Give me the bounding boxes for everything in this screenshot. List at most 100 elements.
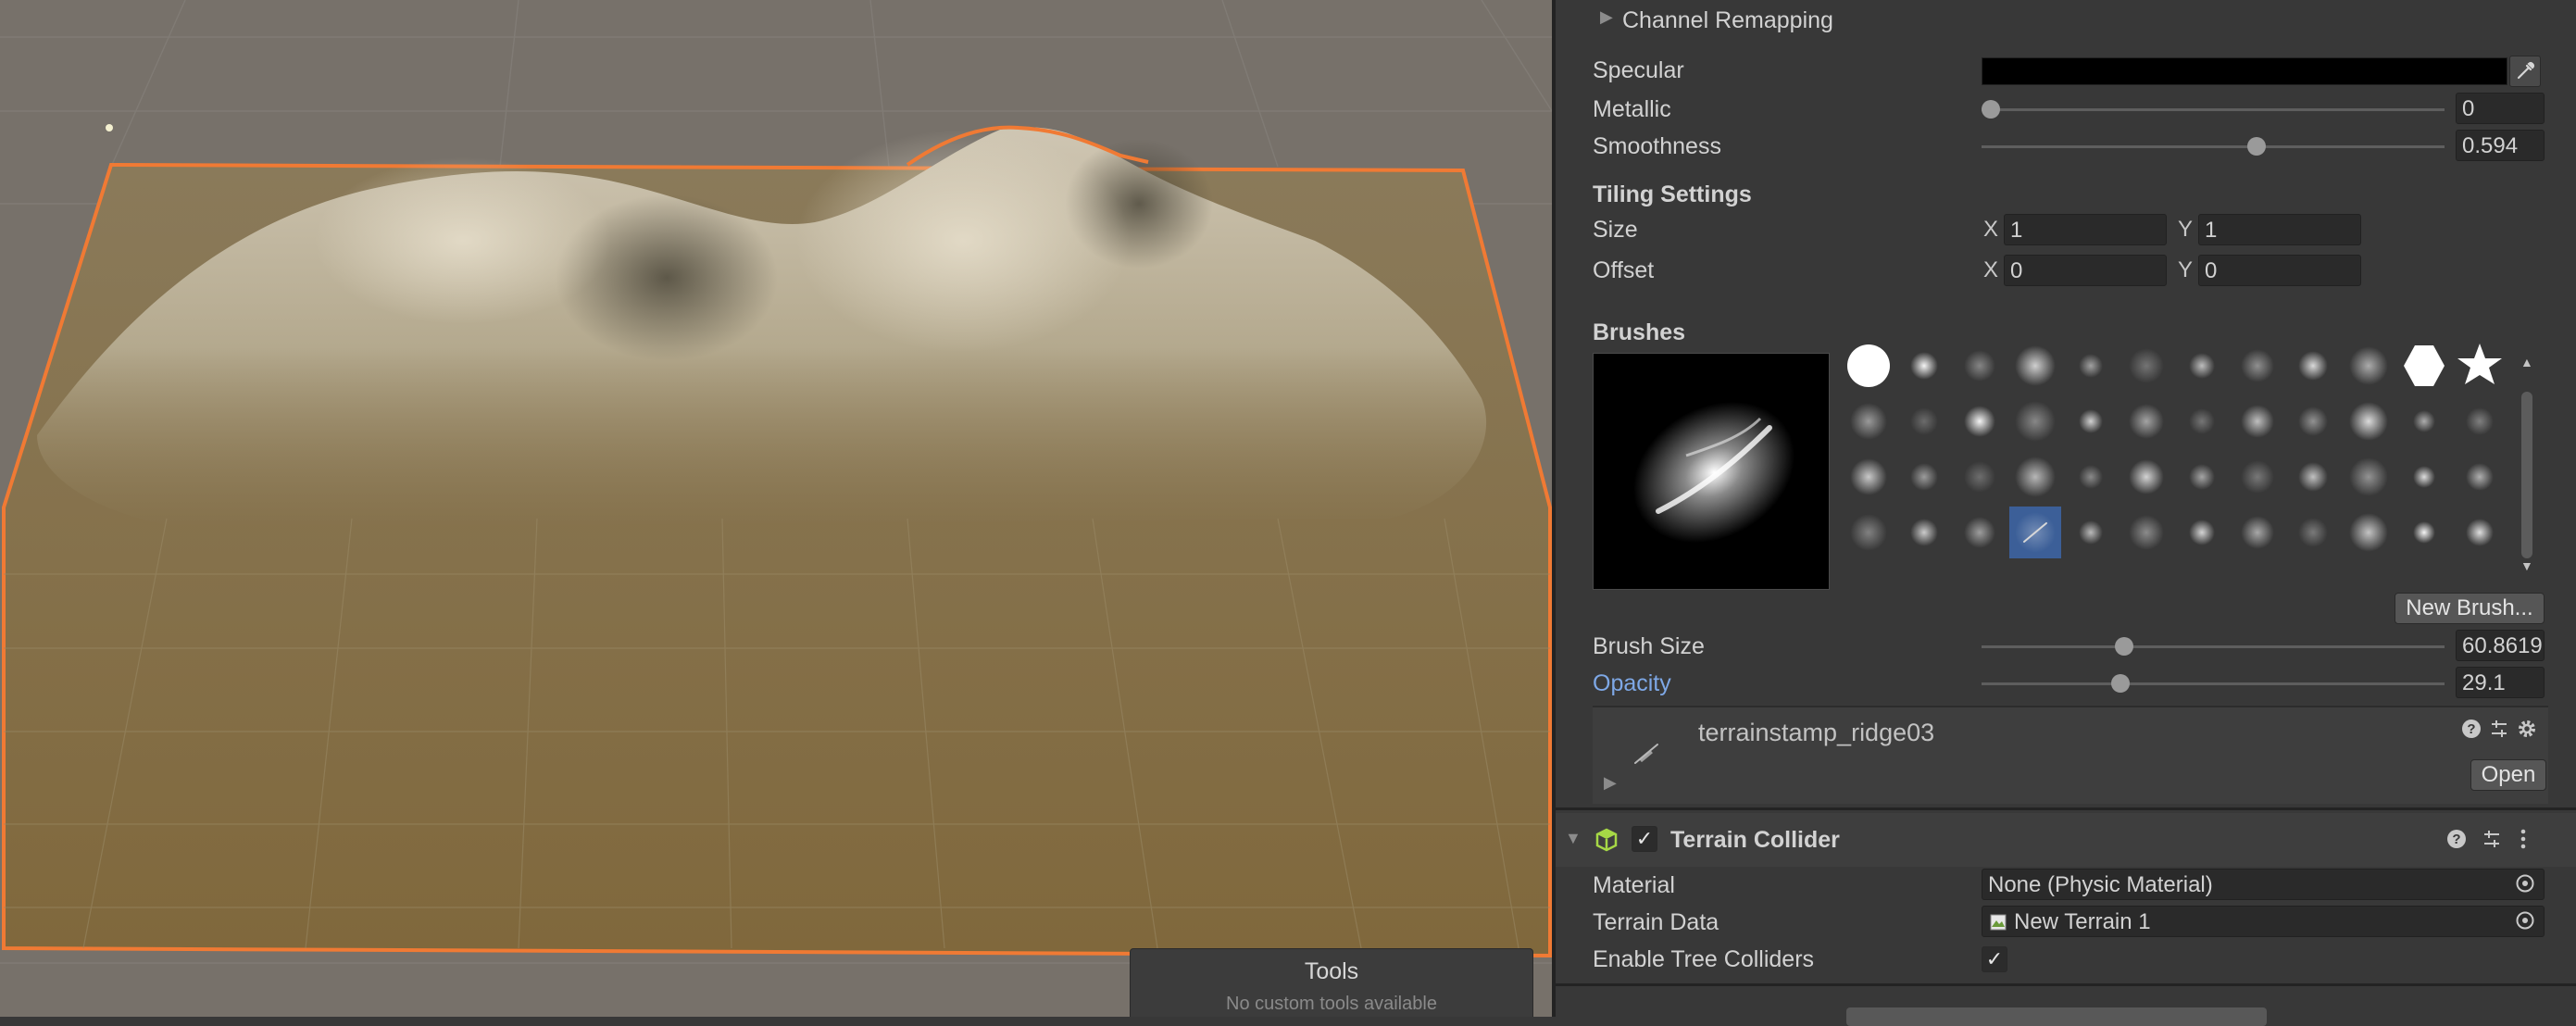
brush-thumbnail-item[interactable]	[1954, 451, 2006, 503]
brush-thumbnail-item[interactable]	[2065, 395, 2117, 447]
tiling-size-y-field[interactable]: 1	[2198, 214, 2361, 245]
brush-thumbnail-item[interactable]	[1898, 451, 1950, 503]
brush-thumbnail-item[interactable]	[2398, 507, 2450, 558]
scene-view[interactable]: Tools No custom tools available	[0, 0, 1552, 1017]
terrain-data-field[interactable]: New Terrain 1	[1982, 906, 2545, 937]
tiling-size-x-field[interactable]: 1	[2004, 214, 2167, 245]
smoothness-label: Smoothness	[1593, 133, 1721, 159]
brush-thumbnail-item[interactable]	[2009, 340, 2061, 392]
gear-icon[interactable]	[2517, 719, 2537, 744]
preset-sliders-icon[interactable]	[2489, 719, 2509, 744]
brush-thumbnail-item[interactable]	[2343, 507, 2395, 558]
tiling-offset-y-field[interactable]: 0	[2198, 255, 2361, 286]
brushes-header: Brushes	[1593, 319, 1686, 345]
metallic-value-field[interactable]: 0	[2456, 93, 2545, 124]
brush-size-value-field[interactable]: 60.8619	[2456, 630, 2545, 661]
brush-thumbnail-item[interactable]	[2232, 451, 2283, 503]
brush-thumbnail-item[interactable]	[2176, 395, 2228, 447]
specular-color-field[interactable]	[1982, 57, 2507, 85]
open-brush-button[interactable]: Open	[2470, 759, 2546, 791]
brush-thumbnail-item[interactable]	[1954, 340, 2006, 392]
brush-thumbnail-item[interactable]	[2343, 395, 2395, 447]
triangle-right-icon[interactable]: ▶	[1600, 8, 1613, 25]
brush-thumbnail-item[interactable]	[1843, 451, 1894, 503]
target-circle-icon[interactable]	[2515, 873, 2535, 898]
brush-thumbnail-item[interactable]	[2065, 507, 2117, 558]
brush-thumbnail-item[interactable]	[1954, 507, 2006, 558]
brush-preview	[1593, 353, 1830, 590]
brush-thumbnail-item[interactable]	[2009, 451, 2061, 503]
brush-thumbnail-item[interactable]	[2343, 451, 2395, 503]
brush-thumbnail-item[interactable]	[2398, 395, 2450, 447]
brush-thumbnail-item[interactable]	[1898, 340, 1950, 392]
brush-grid[interactable]	[1843, 340, 2502, 571]
brush-size-slider[interactable]	[1982, 632, 2445, 661]
brush-thumbnail-item[interactable]	[2398, 451, 2450, 503]
brush-thumbnail-item[interactable]	[1843, 395, 1894, 447]
terrain-collider-header[interactable]: ▼ ✓ Terrain Collider ?	[1556, 813, 2576, 867]
brush-thumbnail-item[interactable]	[2009, 507, 2061, 558]
collider-material-field[interactable]: None (Physic Material)	[1982, 869, 2545, 900]
new-brush-button[interactable]: New Brush...	[2395, 593, 2545, 624]
brush-thumbnail-item[interactable]	[2287, 340, 2339, 392]
tiling-offset-label: Offset	[1593, 257, 1655, 283]
brush-thumbnail-item[interactable]	[1843, 507, 1894, 558]
kebab-menu-icon[interactable]	[2519, 829, 2528, 854]
mountain-highlight	[796, 130, 1130, 352]
brush-thumbnail-item[interactable]	[2065, 340, 2117, 392]
brush-thumbnail-item[interactable]	[2287, 507, 2339, 558]
brush-thumbnail-item[interactable]	[2343, 340, 2395, 392]
brush-thumbnail-item[interactable]	[2120, 340, 2172, 392]
brush-thumbnail-item[interactable]	[2398, 340, 2450, 392]
brush-thumbnail-item[interactable]	[2176, 507, 2228, 558]
brush-thumbnail-item[interactable]	[2065, 451, 2117, 503]
eyedropper-icon[interactable]	[2509, 56, 2541, 87]
brush-thumbnail-item[interactable]	[1898, 507, 1950, 558]
brush-thumbnail-item[interactable]	[2454, 507, 2506, 558]
terrain-data-icon	[1989, 913, 2007, 932]
brush-thumbnail-item[interactable]	[2176, 451, 2228, 503]
opacity-slider-knob[interactable]	[2111, 674, 2130, 693]
channel-remapping-foldout[interactable]: Channel Remapping	[1622, 7, 1833, 34]
target-circle-icon[interactable]	[2515, 910, 2535, 935]
brush-thumbnail-item[interactable]	[2120, 451, 2172, 503]
brush-thumbnail-item[interactable]	[1898, 395, 1950, 447]
chevron-down-icon[interactable]: ▼	[1565, 830, 1582, 846]
metallic-slider[interactable]	[1982, 94, 2445, 124]
smoothness-value-field[interactable]: 0.594	[2456, 130, 2545, 161]
brush-grid-scrollbar[interactable]: ▲ ▼	[2519, 355, 2535, 573]
help-icon[interactable]: ?	[2461, 719, 2482, 744]
tiling-offset-x-field[interactable]: 0	[2004, 255, 2167, 286]
metallic-slider-knob[interactable]	[1982, 100, 2000, 119]
brush-thumbnail-item[interactable]	[2454, 395, 2506, 447]
brush-thumbnail-item[interactable]	[2176, 340, 2228, 392]
brush-thumbnail-item[interactable]	[1843, 340, 1894, 392]
light-gizmo-icon[interactable]	[106, 124, 113, 131]
terrain-collider-enabled-checkbox[interactable]: ✓	[1632, 826, 1657, 852]
brush-thumbnail-item[interactable]	[2287, 395, 2339, 447]
smoothness-slider-knob[interactable]	[2247, 137, 2266, 156]
opacity-slider[interactable]	[1982, 669, 2445, 698]
help-icon[interactable]: ?	[2446, 829, 2467, 854]
brush-thumbnail-item[interactable]	[2009, 395, 2061, 447]
enable-tree-colliders-checkbox[interactable]: ✓	[1982, 946, 2007, 972]
brush-thumbnail-item[interactable]	[2287, 451, 2339, 503]
brush-thumbnail-item[interactable]	[2232, 395, 2283, 447]
svg-text:?: ?	[2452, 832, 2460, 847]
triangle-right-icon[interactable]: ▶	[1604, 774, 1617, 791]
brush-thumbnail-item[interactable]	[2120, 395, 2172, 447]
smoothness-slider[interactable]	[1982, 131, 2445, 161]
terrain-collider-title: Terrain Collider	[1670, 827, 1840, 853]
brush-thumbnail-item[interactable]	[1954, 395, 2006, 447]
brush-thumbnail-item[interactable]	[2454, 451, 2506, 503]
brush-size-slider-knob[interactable]	[2115, 637, 2133, 656]
brush-thumbnail-item[interactable]	[2232, 340, 2283, 392]
add-component-button[interactable]	[1846, 1007, 2267, 1026]
enable-tree-colliders-label: Enable Tree Colliders	[1593, 946, 1815, 972]
brush-thumbnail-item[interactable]	[2232, 507, 2283, 558]
brush-thumbnail-item[interactable]	[2120, 507, 2172, 558]
preset-sliders-icon[interactable]	[2482, 829, 2502, 854]
opacity-value-field[interactable]: 29.1	[2456, 667, 2545, 698]
brush-thumbnail-item[interactable]	[2454, 340, 2506, 392]
terrain-viewport[interactable]	[0, 0, 1552, 1017]
